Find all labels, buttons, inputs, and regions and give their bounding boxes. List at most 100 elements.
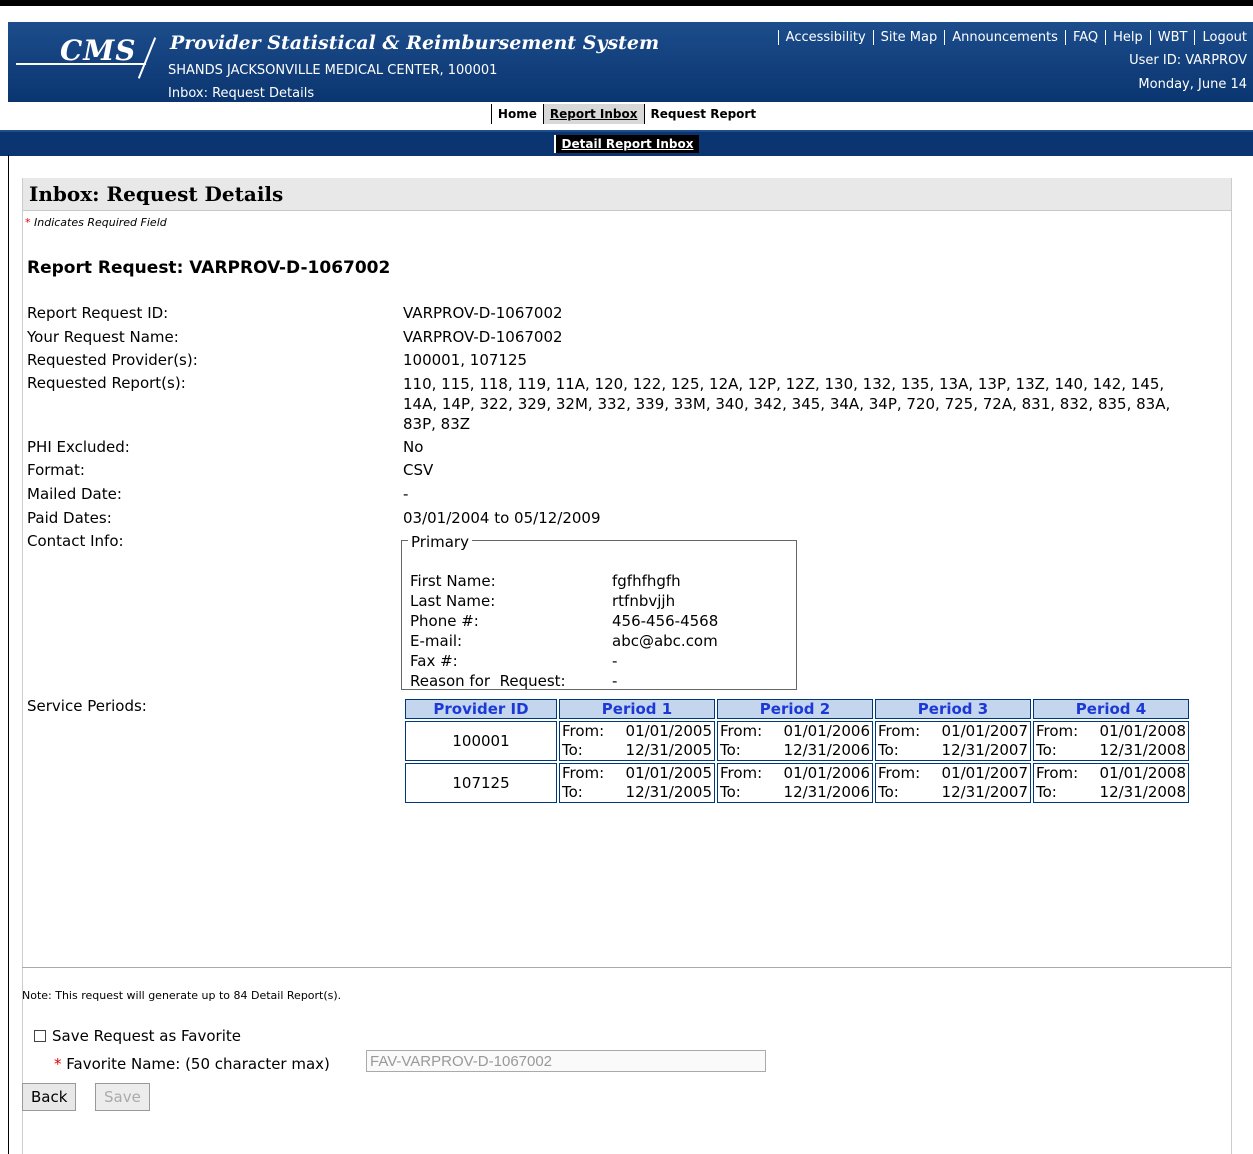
period-to: To: 12/31/2007 <box>878 783 1028 802</box>
contact-label: Fax #: <box>410 652 458 670</box>
breadcrumb: Inbox: Request Details <box>168 86 315 101</box>
label-report-request-id: Report Request ID: <box>27 304 169 322</box>
favorite-name-label-text: Favorite Name: (50 character max) <box>66 1055 330 1073</box>
contact-legend: Primary <box>408 533 472 551</box>
cms-logo: CMS <box>16 28 166 88</box>
period-from: From: 01/01/2008 <box>1036 764 1186 783</box>
provider-name: SHANDS JACKSONVILLE MEDICAL CENTER, 1000… <box>168 63 498 78</box>
current-date: Monday, June 14 <box>1138 77 1247 92</box>
to-label: To: <box>562 741 583 759</box>
to-label: To: <box>562 783 583 801</box>
nav-report-inbox[interactable]: Report Inbox <box>542 104 644 124</box>
from-label: From: <box>562 722 605 740</box>
label-mailed-date: Mailed Date: <box>27 485 122 503</box>
main-nav: Home Report Inbox Request Report <box>0 104 1253 128</box>
label-request-name: Your Request Name: <box>27 328 179 346</box>
period-from: From: 01/01/2007 <box>878 722 1028 741</box>
from-label: From: <box>562 764 605 782</box>
to-date: 12/31/2007 <box>941 741 1028 759</box>
from-label: From: <box>720 722 763 740</box>
contact-value: rtfnbvjjh <box>612 592 676 610</box>
to-label: To: <box>878 783 899 801</box>
contact-value: 456-456-4568 <box>612 612 719 630</box>
logo-slash <box>137 37 157 79</box>
link-announcements[interactable]: Announcements <box>944 30 1065 45</box>
col-period-3: Period 3 <box>875 699 1031 719</box>
contact-value: fgfhfhgfh <box>612 572 681 590</box>
link-help[interactable]: Help <box>1105 30 1150 45</box>
to-label: To: <box>720 783 741 801</box>
to-date: 12/31/2005 <box>625 741 712 759</box>
period-cell: From: 01/01/2005 To: 12/31/2005 <box>559 721 715 761</box>
from-date: 01/01/2005 <box>625 722 712 740</box>
value-report-request-id: VARPROV-D-1067002 <box>403 304 563 322</box>
from-label: From: <box>1036 722 1079 740</box>
value-providers: 100001, 107125 <box>403 351 528 369</box>
link-accessibility[interactable]: Accessibility <box>777 30 873 45</box>
period-from: From: 01/01/2008 <box>1036 722 1186 741</box>
link-logout[interactable]: Logout <box>1194 30 1247 45</box>
header-banner: CMS Provider Statistical & Reimbursement… <box>8 22 1253 102</box>
save-favorite-checkbox[interactable]: Save Request as Favorite <box>34 1027 241 1045</box>
favorite-name-input[interactable] <box>366 1050 766 1072</box>
period-to: To: 12/31/2006 <box>720 741 870 760</box>
contact-label: First Name: <box>410 572 496 590</box>
to-date: 12/31/2008 <box>1099 741 1186 759</box>
col-provider-id: Provider ID <box>405 699 557 719</box>
checkbox-box[interactable] <box>34 1030 46 1042</box>
contact-label: Reason for Request: <box>410 672 566 690</box>
service-periods-table: Provider ID Period 1 Period 2 Period 3 P… <box>403 697 1191 805</box>
link-wbt[interactable]: WBT <box>1149 30 1195 45</box>
table-row: 100001 From: 01/01/2005 To: 12/31/2005 From: 0… <box>405 721 1189 761</box>
period-cell: From: 01/01/2007 To: 12/31/2007 <box>875 721 1031 761</box>
from-date: 01/01/2008 <box>1099 764 1186 782</box>
from-label: From: <box>720 764 763 782</box>
save-favorite-label: Save Request as Favorite <box>52 1027 242 1045</box>
value-mailed-date: - <box>403 485 409 503</box>
link-site-map[interactable]: Site Map <box>872 30 945 45</box>
to-label: To: <box>1036 783 1057 801</box>
from-label: From: <box>878 764 921 782</box>
contact-label: Last Name: <box>410 592 496 610</box>
contact-value: abc@abc.com <box>612 632 718 650</box>
required-star: * <box>54 1055 62 1073</box>
content-panel: Inbox: Request Details * Indicates Requi… <box>22 178 1232 1154</box>
back-button[interactable]: Back <box>22 1083 77 1111</box>
to-date: 12/31/2007 <box>941 783 1028 801</box>
provider-id-cell: 107125 <box>405 763 557 803</box>
value-paid-dates: 03/01/2004 to 05/12/2009 <box>403 509 601 527</box>
from-date: 01/01/2007 <box>941 722 1028 740</box>
save-button[interactable]: Save <box>95 1083 150 1111</box>
contact-box: Primary First Name: fgfhfhgfh Last Name:… <box>401 533 797 690</box>
nav-request-report[interactable]: Request Report <box>643 104 763 124</box>
nav-home[interactable]: Home <box>490 104 543 124</box>
label-paid-dates: Paid Dates: <box>27 509 112 527</box>
link-faq[interactable]: FAQ <box>1064 30 1106 45</box>
label-service-periods: Service Periods: <box>27 697 147 715</box>
to-date: 12/31/2008 <box>1099 783 1186 801</box>
top-border <box>0 0 1253 6</box>
period-cell: From: 01/01/2006 To: 12/31/2006 <box>717 763 873 803</box>
from-date: 01/01/2007 <box>941 764 1028 782</box>
period-from: From: 01/01/2007 <box>878 764 1028 783</box>
user-id: User ID: VARPROV <box>1129 53 1247 68</box>
period-from: From: 01/01/2005 <box>562 764 712 783</box>
period-to: To: 12/31/2007 <box>878 741 1028 760</box>
contact-value: - <box>612 672 618 690</box>
col-period-1: Period 1 <box>559 699 715 719</box>
required-star: * <box>25 216 31 229</box>
from-label: From: <box>878 722 921 740</box>
required-note: * Indicates Required Field <box>25 216 167 229</box>
period-cell: From: 01/01/2007 To: 12/31/2007 <box>875 763 1031 803</box>
from-date: 01/01/2006 <box>783 764 870 782</box>
value-phi-excluded: No <box>403 438 424 456</box>
value-format: CSV <box>403 461 434 479</box>
contact-label: Phone #: <box>410 612 479 630</box>
to-date: 12/31/2006 <box>783 741 870 759</box>
to-label: To: <box>1036 741 1057 759</box>
footer-divider <box>22 967 1231 968</box>
value-reports: 110, 115, 118, 119, 11A, 120, 122, 125, … <box>403 375 1171 433</box>
subnav-detail-report-inbox[interactable]: Detail Report Inbox <box>553 135 700 153</box>
request-title: Report Request: VARPROV-D-1067002 <box>27 258 391 278</box>
to-date: 12/31/2006 <box>783 783 870 801</box>
